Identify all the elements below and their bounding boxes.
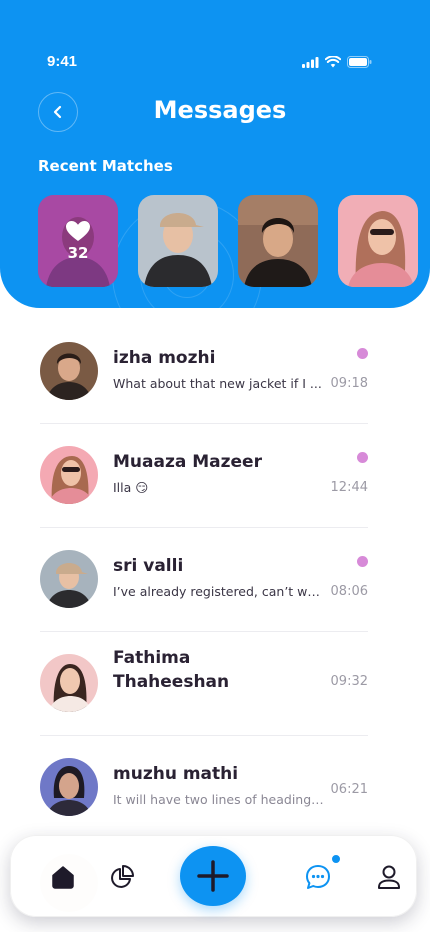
match-card[interactable] bbox=[138, 195, 218, 287]
profile-icon bbox=[378, 865, 400, 889]
wifi-icon bbox=[325, 56, 341, 68]
message-row[interactable]: muzhu mathi It will have two lines of he… bbox=[40, 736, 368, 840]
add-button[interactable] bbox=[180, 846, 246, 906]
notification-dot bbox=[330, 853, 342, 865]
contact-name: sri valli bbox=[113, 556, 184, 576]
match-card-likes[interactable]: 32 bbox=[38, 195, 118, 287]
nav-home[interactable] bbox=[48, 862, 78, 892]
message-preview: It will have two lines of heading ... bbox=[113, 792, 325, 807]
nav-messages[interactable] bbox=[303, 853, 342, 892]
unread-indicator bbox=[357, 556, 368, 567]
message-time: 06:21 bbox=[330, 782, 368, 797]
recent-matches-row: 32 bbox=[38, 195, 418, 287]
header: 9:41 Messages Recent Matches 32 bbox=[0, 0, 430, 308]
likes-count: 32 bbox=[67, 244, 89, 262]
unread-indicator bbox=[357, 452, 368, 463]
status-time: 9:41 bbox=[47, 53, 78, 70]
contact-name: izha mozhi bbox=[113, 348, 216, 368]
avatar bbox=[40, 446, 98, 504]
nav-stats[interactable] bbox=[107, 862, 137, 892]
avatar bbox=[40, 550, 98, 608]
avatar bbox=[40, 654, 98, 712]
status-bar: 9:41 bbox=[0, 52, 430, 74]
battery-icon bbox=[347, 56, 372, 68]
message-preview: I’ve already registered, can’t wai... bbox=[113, 584, 325, 599]
match-photo bbox=[338, 195, 418, 287]
message-preview: What about that new jacket if I ... bbox=[113, 376, 322, 391]
match-card[interactable] bbox=[238, 195, 318, 287]
avatar bbox=[40, 758, 98, 816]
recent-matches-label: Recent Matches bbox=[38, 157, 173, 175]
message-row[interactable]: Fathima Thaheeshan 09:32 bbox=[40, 632, 368, 736]
message-time: 12:44 bbox=[330, 480, 368, 495]
bottom-nav bbox=[10, 835, 417, 917]
message-time: 09:32 bbox=[330, 674, 368, 689]
heart-icon bbox=[66, 221, 90, 241]
message-row[interactable]: izha mozhi What about that new jacket if… bbox=[40, 320, 368, 424]
chat-icon bbox=[306, 865, 330, 889]
nav-profile[interactable] bbox=[374, 862, 404, 892]
home-icon bbox=[52, 866, 74, 889]
match-photo bbox=[138, 195, 218, 287]
avatar bbox=[40, 342, 98, 400]
signal-icon bbox=[302, 56, 319, 68]
message-time: 08:06 bbox=[330, 584, 368, 599]
contact-name: Fathima Thaheeshan bbox=[113, 648, 230, 692]
message-row[interactable]: Muaaza Mazeer Illa 😏 12:44 bbox=[40, 424, 368, 528]
add-icon bbox=[197, 860, 229, 892]
message-row[interactable]: sri valli I’ve already registered, can’t… bbox=[40, 528, 368, 632]
contact-name: muzhu mathi bbox=[113, 764, 239, 784]
unread-indicator bbox=[357, 348, 368, 359]
message-preview: Illa 😏 bbox=[113, 480, 149, 495]
chart-icon bbox=[111, 865, 134, 888]
page-title: Messages bbox=[153, 96, 287, 124]
match-card[interactable] bbox=[338, 195, 418, 287]
message-time: 09:18 bbox=[330, 376, 368, 391]
contact-name: Muaaza Mazeer bbox=[113, 452, 262, 472]
likes-overlay: 32 bbox=[38, 195, 118, 287]
match-photo bbox=[238, 195, 318, 287]
